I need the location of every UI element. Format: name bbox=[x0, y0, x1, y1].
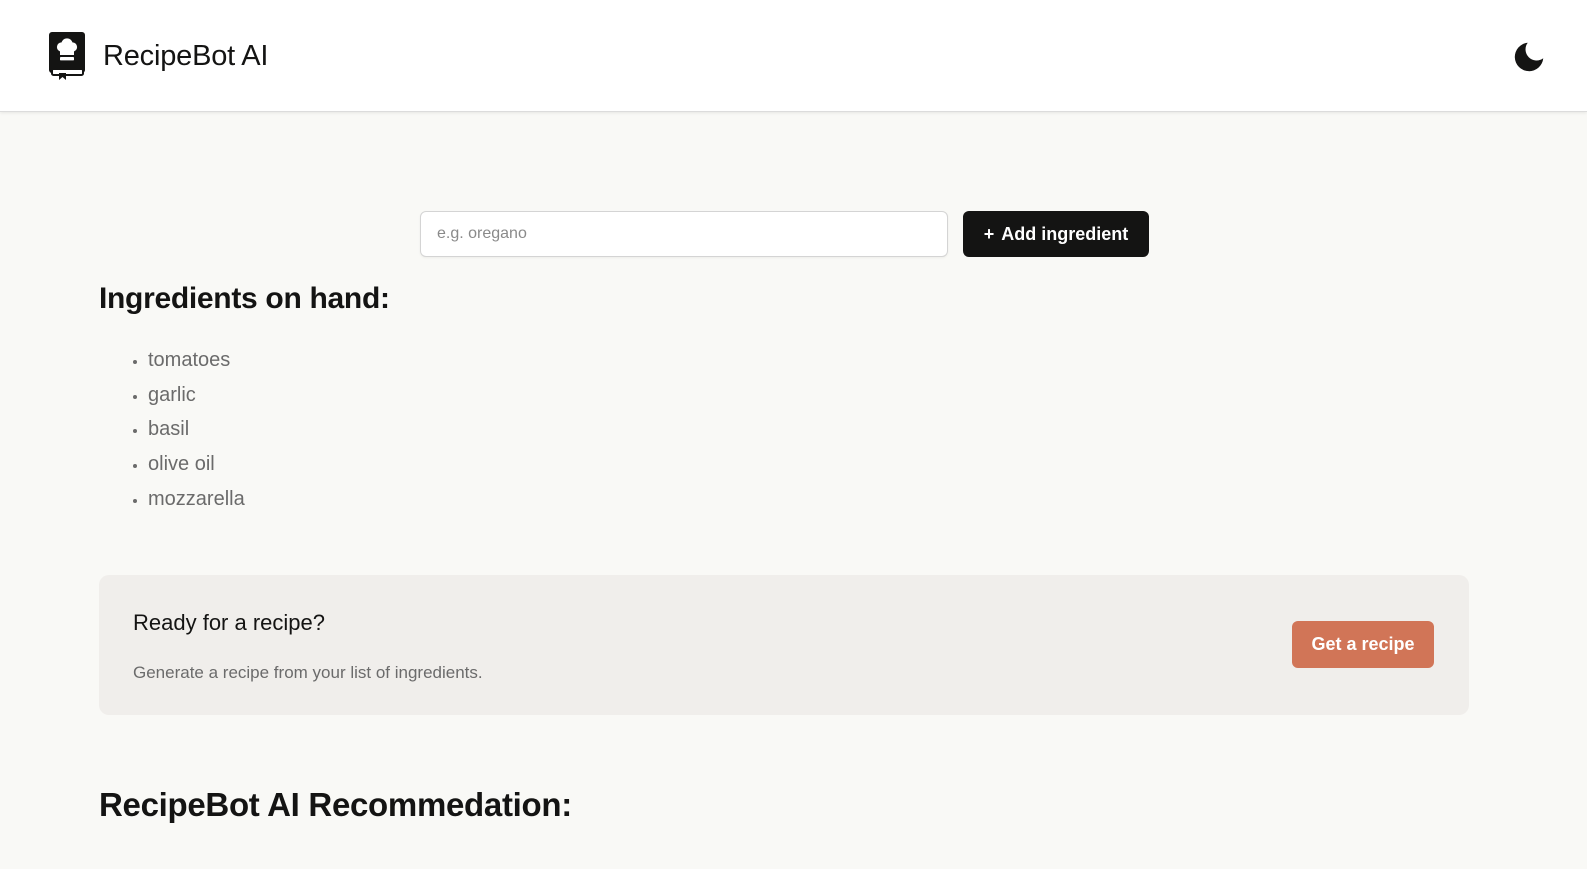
moon-icon bbox=[1514, 42, 1544, 72]
ingredient-item: tomatoes bbox=[148, 343, 245, 378]
ingredient-list: tomatoes garlic basil olive oil mozzarel… bbox=[148, 343, 245, 517]
recommendation-heading: RecipeBot AI Recommedation: bbox=[99, 786, 572, 823]
get-recipe-card: Ready for a recipe? Generate a recipe fr… bbox=[99, 575, 1469, 715]
add-ingredient-label: Add ingredient bbox=[1001, 223, 1129, 244]
app-header: RecipeBot AI bbox=[0, 0, 1587, 112]
plus-icon: + bbox=[983, 223, 995, 244]
ingredient-item: basil bbox=[148, 412, 245, 447]
cta-description: Generate a recipe from your list of ingr… bbox=[133, 663, 483, 682]
cta-title: Ready for a recipe? bbox=[133, 610, 325, 635]
ingredients-heading: Ingredients on hand: bbox=[99, 282, 390, 315]
ingredient-item: garlic bbox=[148, 378, 245, 413]
theme-toggle-button[interactable] bbox=[1510, 37, 1550, 77]
app-page: RecipeBot AI + Add ingredient Ingredient… bbox=[0, 0, 1587, 869]
get-recipe-button[interactable]: Get a recipe bbox=[1292, 621, 1434, 668]
app-title: RecipeBot AI bbox=[103, 39, 269, 72]
add-ingredient-button[interactable]: + Add ingredient bbox=[963, 211, 1149, 257]
chef-hat-book-icon bbox=[49, 32, 85, 80]
ingredient-input[interactable] bbox=[420, 211, 948, 257]
brand: RecipeBot AI bbox=[48, 31, 268, 81]
ingredient-item: mozzarella bbox=[148, 482, 245, 517]
ingredient-item: olive oil bbox=[148, 447, 245, 482]
